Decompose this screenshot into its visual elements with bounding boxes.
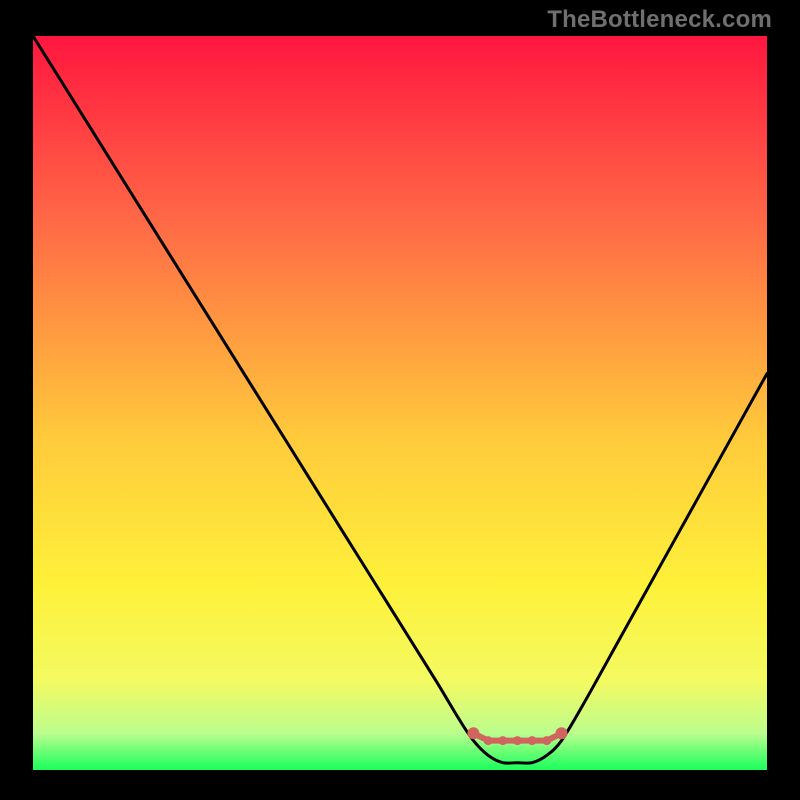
marker-dot	[467, 727, 479, 739]
plot-svg	[33, 36, 767, 770]
marker-dot	[556, 727, 568, 739]
marker-dot	[513, 736, 522, 745]
gradient-background	[33, 36, 767, 770]
watermark-text: TheBottleneck.com	[547, 6, 772, 34]
marker-dot	[528, 736, 537, 745]
chart-frame: TheBottleneck.com	[0, 0, 800, 800]
marker-dot	[498, 736, 507, 745]
marker-dot	[542, 736, 551, 745]
marker-dot	[484, 736, 493, 745]
plot-area	[33, 36, 767, 770]
